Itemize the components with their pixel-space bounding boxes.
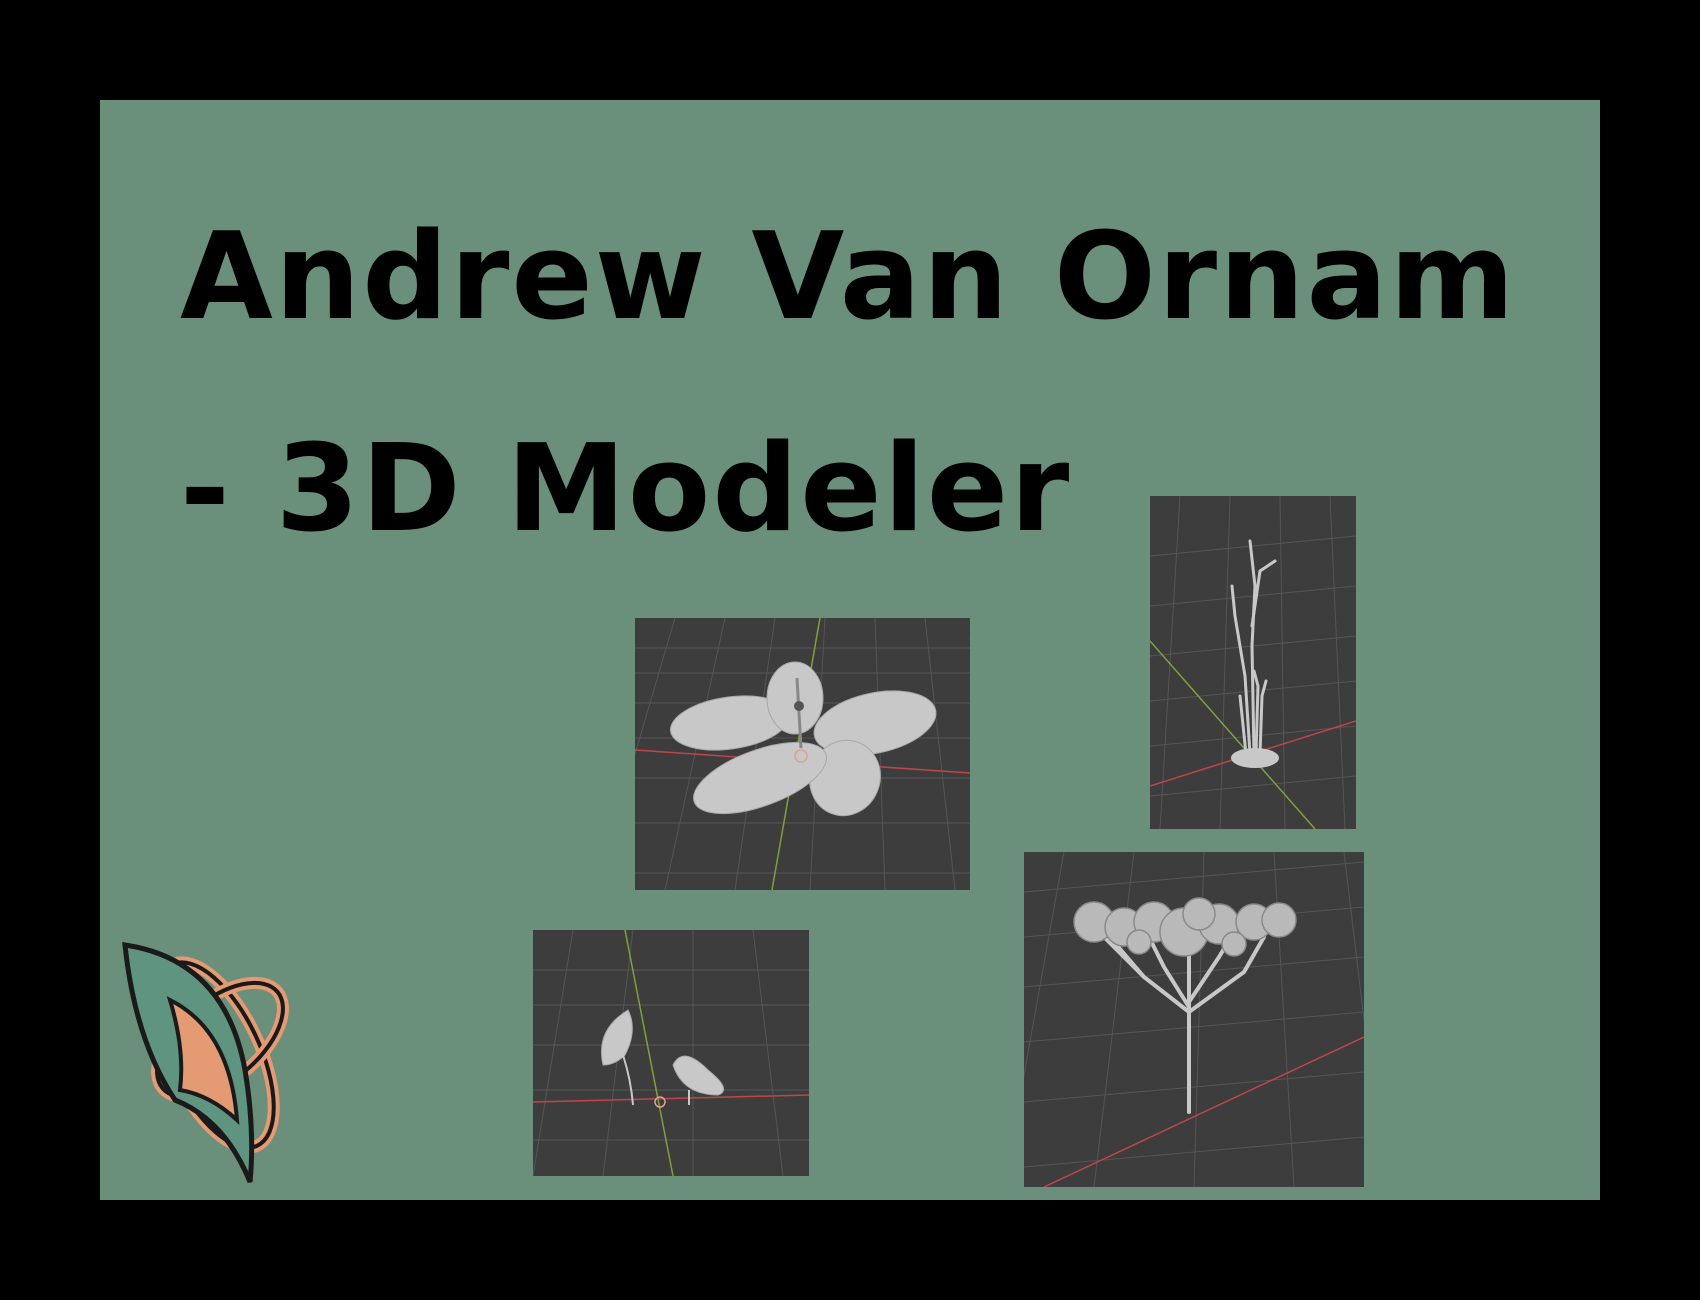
x-axis-line	[1043, 1036, 1364, 1187]
twig-plant-model-render	[1150, 496, 1356, 829]
leaf-orbit-logo	[115, 920, 305, 1190]
leaves-viewport	[533, 930, 809, 1176]
title-line-role: - 3D Modeler	[180, 420, 1072, 559]
y-axis-line	[1150, 640, 1316, 829]
title-card: Andrew Van Ornam - 3D Modeler	[100, 100, 1600, 1200]
flower-petals	[669, 661, 937, 817]
leaf-pair-model-render	[533, 930, 809, 1176]
viewport-grid	[533, 930, 809, 1176]
y-axis-line	[624, 930, 674, 1176]
tree-model-render	[1024, 852, 1364, 1187]
tree-foliage	[1073, 897, 1297, 957]
x-axis-line	[533, 1094, 809, 1103]
flower-viewport	[635, 618, 970, 890]
flower-model-render	[635, 618, 970, 890]
twig-viewport	[1150, 496, 1356, 829]
leaf-orbit-logo-icon	[122, 942, 289, 1183]
flower-pistil	[794, 701, 804, 711]
title-line-name: Andrew Van Ornam	[180, 208, 1517, 347]
tree-viewport	[1024, 852, 1364, 1187]
leaf-shapes	[600, 1009, 725, 1096]
